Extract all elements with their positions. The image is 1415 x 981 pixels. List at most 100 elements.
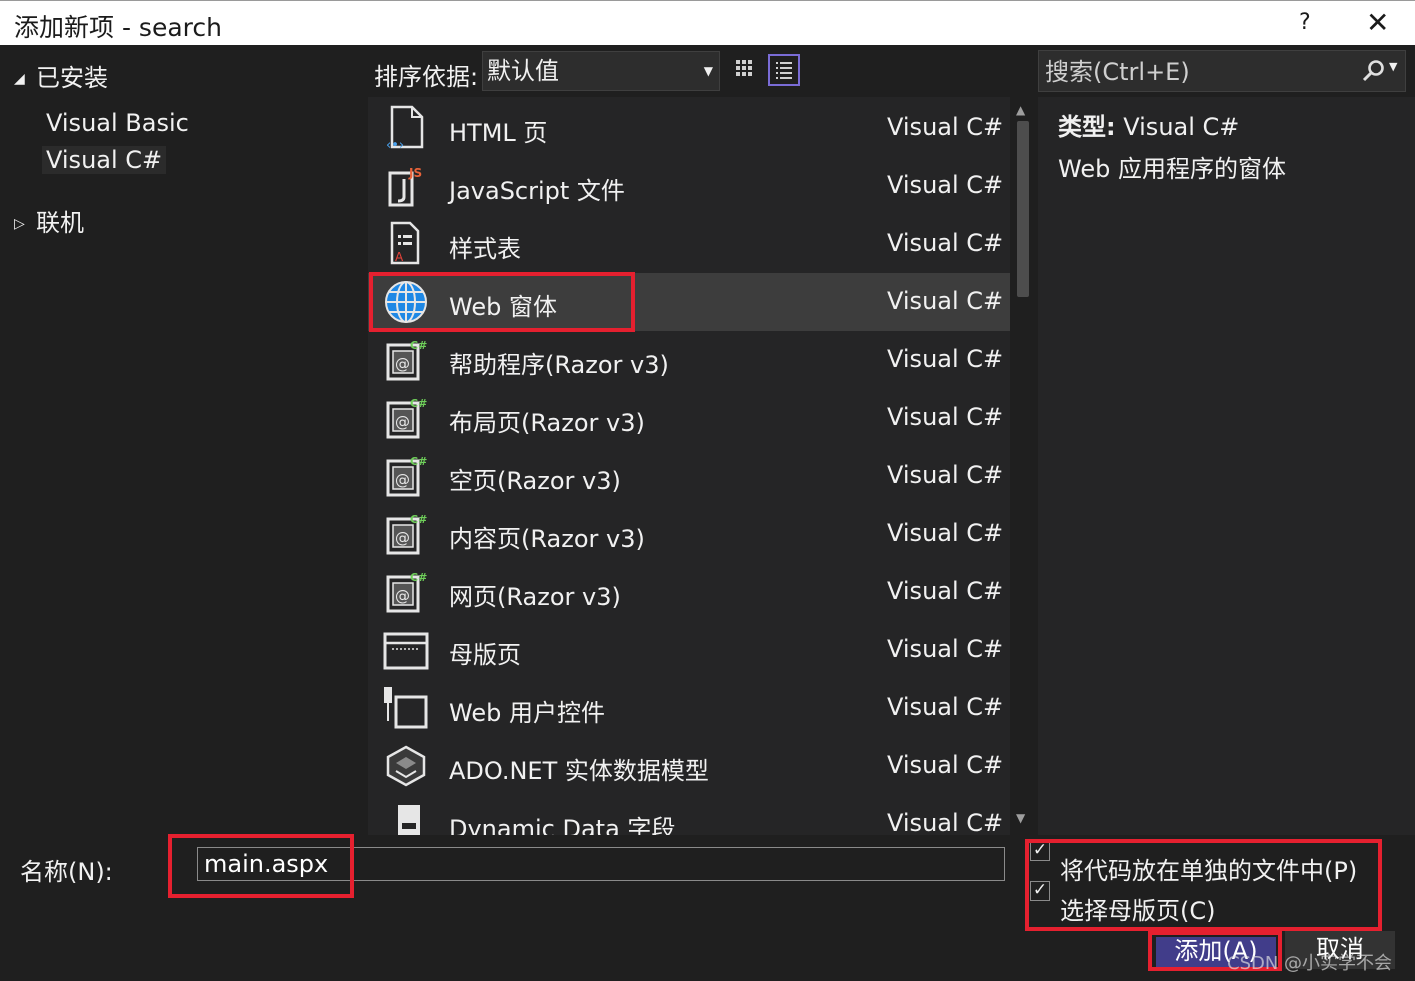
- list-item-web-user-control[interactable]: Web 用户控件 Visual C#: [368, 679, 1010, 737]
- dropdown-arrow-icon: ▼: [703, 64, 713, 78]
- details-panel: 类型: Visual C# Web 应用程序的窗体: [1038, 97, 1415, 835]
- help-button[interactable]: ?: [1299, 10, 1311, 35]
- item-name: Web 窗体: [449, 293, 557, 321]
- item-name: 帮助程序(Razor v3): [449, 351, 669, 379]
- item-type-value: Visual C#: [1123, 113, 1240, 141]
- item-name: 空页(Razor v3): [449, 467, 621, 495]
- item-type: 类型: Visual C#: [1058, 107, 1239, 142]
- sort-toolbar: 排序依据: 默认值 ▼: [368, 45, 1038, 97]
- item-language: Visual C#: [887, 229, 1004, 257]
- svg-text:C#: C#: [410, 513, 427, 526]
- item-name: 网页(Razor v3): [449, 583, 621, 611]
- search-input[interactable]: [1039, 51, 1357, 93]
- grid-view-icon: [736, 60, 752, 76]
- item-language: Visual C#: [887, 403, 1004, 431]
- check-icon[interactable]: ✓: [1030, 841, 1050, 861]
- svg-text:‹•›: ‹•›: [386, 138, 404, 151]
- svg-text:C#: C#: [410, 571, 427, 584]
- item-language: Visual C#: [887, 635, 1004, 663]
- svg-text:JS: JS: [408, 166, 422, 180]
- list-scrollbar[interactable]: ▲ ▼: [1012, 97, 1034, 835]
- select-master-page-label: 选择母版页(C): [1060, 897, 1216, 925]
- scrollbar-thumb[interactable]: [1017, 121, 1029, 297]
- list-view-icon: [776, 62, 792, 79]
- list-item-razor-layout[interactable]: @ C# 布局页(Razor v3) Visual C#: [368, 389, 1010, 447]
- tree-item-visual-csharp[interactable]: Visual C#: [42, 146, 167, 174]
- search-icon[interactable]: [1361, 58, 1387, 84]
- tree-node-online[interactable]: ▷ 联机: [14, 203, 84, 238]
- stylesheet-icon: A: [390, 221, 420, 265]
- entity-model-icon: [386, 745, 426, 787]
- list-item-ado-entity-model[interactable]: ADO.NET 实体数据模型 Visual C#: [368, 737, 1010, 795]
- user-control-icon: [384, 687, 428, 729]
- razor-page-icon: @ C#: [386, 397, 427, 439]
- item-language: Visual C#: [887, 577, 1004, 605]
- item-name: JavaScript 文件: [449, 177, 625, 205]
- grid-view-button[interactable]: [730, 54, 762, 86]
- separate-code-label: 将代码放在单独的文件中(P): [1060, 857, 1358, 885]
- item-language: Visual C#: [887, 809, 1004, 835]
- scroll-down-arrow-icon[interactable]: ▼: [1016, 811, 1025, 825]
- list-item-razor-helper[interactable]: @ C# 帮助程序(Razor v3) Visual C#: [368, 331, 1010, 389]
- item-language: Visual C#: [887, 693, 1004, 721]
- svg-text:@: @: [395, 471, 410, 489]
- svg-text:A: A: [395, 250, 404, 264]
- tree-item-visual-basic[interactable]: Visual Basic: [42, 109, 193, 137]
- check-icon[interactable]: ✓: [1030, 881, 1050, 901]
- svg-text:C#: C#: [410, 455, 427, 468]
- svg-text:@: @: [395, 587, 410, 605]
- svg-text:@: @: [395, 529, 410, 547]
- bottom-bar: 名称(N): ✓将代码放在单独的文件中(P) ✓选择母版页(C) 取消 添加(A…: [0, 835, 1415, 981]
- dynamic-data-icon: [398, 805, 420, 835]
- watermark: CSDN @小实学不会: [1227, 953, 1393, 974]
- collapsed-caret-icon[interactable]: ▷: [14, 216, 36, 232]
- tree-node-online-label: 联机: [36, 209, 84, 237]
- template-list: ‹•› HTML 页 Visual C# JS JavaScript 文件 Vi…: [368, 97, 1010, 835]
- html-page-icon: ‹•›: [386, 105, 424, 151]
- name-input[interactable]: [197, 847, 1005, 881]
- master-page-icon: [383, 632, 429, 670]
- search-box[interactable]: ▼: [1038, 50, 1406, 93]
- globe-icon: [385, 281, 427, 323]
- search-options-arrow-icon[interactable]: ▼: [1389, 60, 1397, 73]
- title-bar: 添加新项 - search ? ✕: [0, 0, 1415, 45]
- list-item-razor-webpage[interactable]: @ C# 网页(Razor v3) Visual C#: [368, 563, 1010, 621]
- list-item-dynamic-data-field[interactable]: Dynamic Data 字段 Visual C#: [368, 795, 1010, 835]
- list-view-button[interactable]: [768, 54, 800, 86]
- sort-label: 排序依据:: [374, 63, 479, 91]
- sort-dropdown[interactable]: 默认值 ▼: [482, 51, 720, 91]
- item-name: 母版页: [449, 641, 521, 669]
- item-language: Visual C#: [887, 287, 1004, 315]
- item-name: 样式表: [449, 235, 521, 263]
- name-label: 名称(N):: [20, 858, 113, 886]
- razor-page-icon: @ C#: [386, 513, 427, 555]
- list-item-javascript-file[interactable]: JS JavaScript 文件 Visual C#: [368, 157, 1010, 215]
- item-name: Dynamic Data 字段: [449, 815, 676, 835]
- category-tree: ◢ 已安装 Visual Basic Visual C# ▷ 联机: [0, 45, 368, 835]
- list-item-master-page[interactable]: 母版页 Visual C#: [368, 621, 1010, 679]
- window-title: 添加新项 - search: [14, 13, 222, 42]
- separate-code-checkbox[interactable]: ✓ 将代码放在单独的文件中(P): [1030, 841, 1358, 886]
- list-item-stylesheet[interactable]: A 样式表 Visual C#: [368, 215, 1010, 273]
- item-name: Web 用户控件: [449, 699, 605, 727]
- list-item-razor-content[interactable]: @ C# 内容页(Razor v3) Visual C#: [368, 505, 1010, 563]
- razor-page-icon: @ C#: [386, 339, 427, 381]
- razor-page-icon: @ C#: [386, 571, 427, 613]
- javascript-file-icon: JS: [388, 166, 422, 207]
- razor-page-icon: @ C#: [386, 455, 427, 497]
- close-button[interactable]: ✕: [1366, 6, 1389, 39]
- list-item-razor-empty[interactable]: @ C# 空页(Razor v3) Visual C#: [368, 447, 1010, 505]
- svg-text:C#: C#: [410, 339, 427, 352]
- item-name: 布局页(Razor v3): [449, 409, 645, 437]
- scroll-up-arrow-icon[interactable]: ▲: [1016, 103, 1025, 117]
- sort-dropdown-value: 默认值: [487, 57, 559, 85]
- item-language: Visual C#: [887, 345, 1004, 373]
- tree-node-installed[interactable]: ◢ 已安装: [14, 58, 108, 93]
- svg-text:C#: C#: [410, 397, 427, 410]
- expanded-caret-icon[interactable]: ◢: [14, 71, 36, 87]
- select-master-page-checkbox[interactable]: ✓ 选择母版页(C): [1030, 881, 1216, 926]
- svg-text:@: @: [395, 355, 410, 373]
- item-name: HTML 页: [449, 119, 548, 147]
- list-item-html-page[interactable]: ‹•› HTML 页 Visual C#: [368, 99, 1010, 157]
- list-item-web-form[interactable]: Web 窗体 Visual C#: [368, 273, 1010, 331]
